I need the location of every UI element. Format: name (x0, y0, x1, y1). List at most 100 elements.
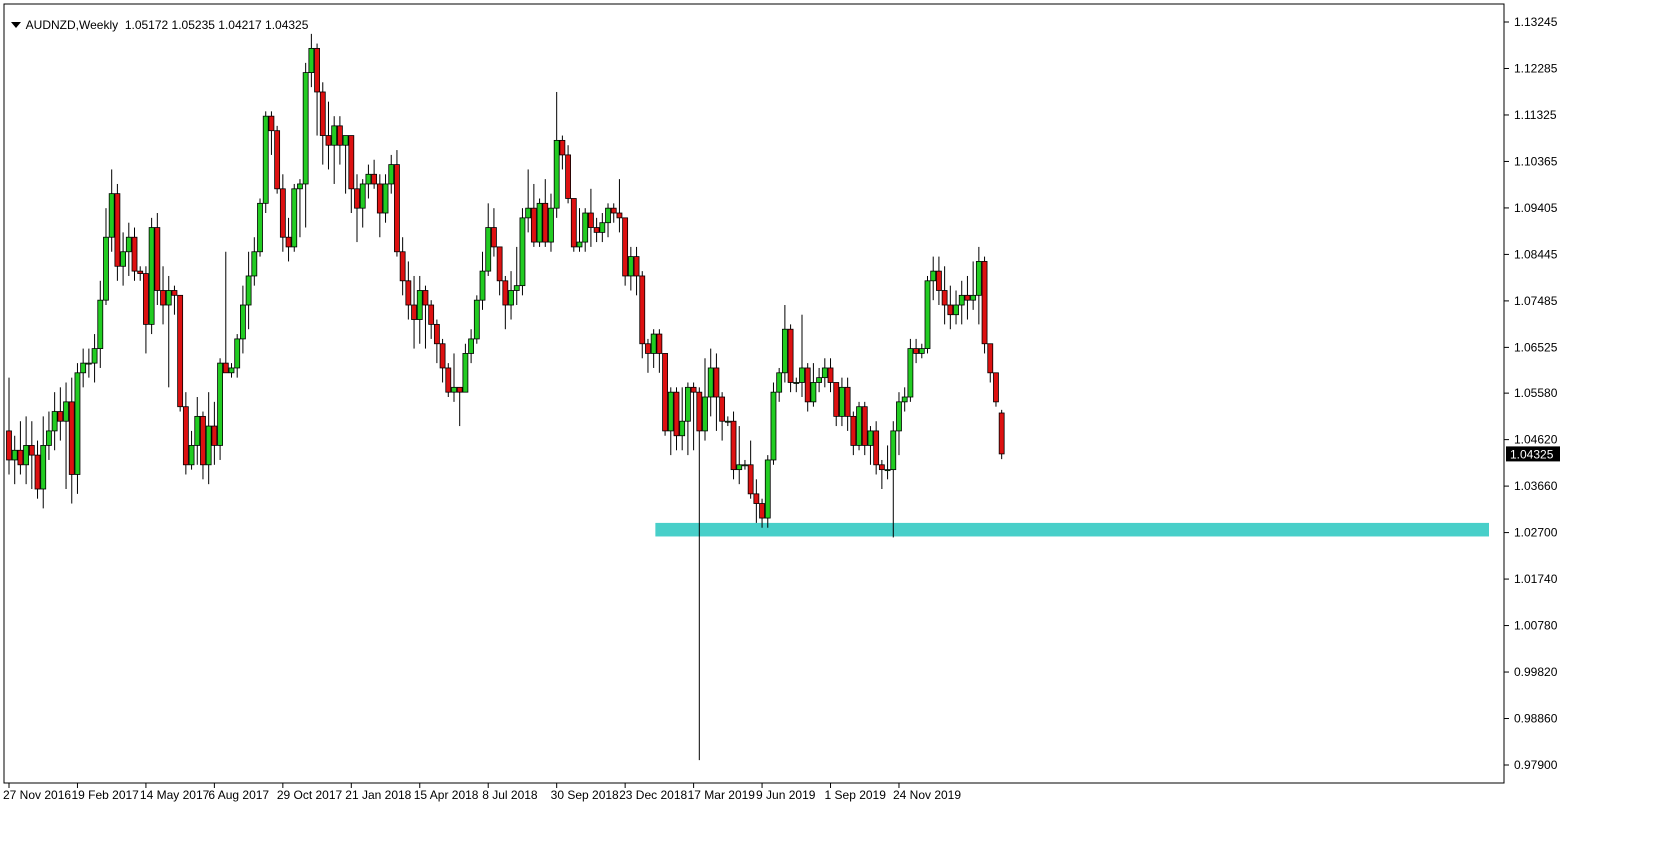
candle-body-bear (68, 401, 75, 475)
candle (770, 382, 777, 465)
candle-body-bull (40, 445, 47, 490)
candle (519, 208, 526, 296)
x-tick-label: 29 Oct 2017 (277, 788, 343, 802)
candle-body-bull (245, 275, 252, 306)
candle-body-bull (667, 391, 674, 432)
x-tick-label: 1 Sep 2019 (825, 788, 887, 802)
candle-body-bear (542, 202, 549, 243)
candle-body-bear (491, 227, 497, 248)
candle-body-bear (314, 47, 320, 93)
candle-body-bear (759, 503, 765, 519)
candle-body-bear (941, 290, 948, 306)
candle-body-bear (530, 207, 537, 243)
candle-body-bull (839, 386, 845, 417)
candle-body-bear (411, 304, 417, 320)
candle-body-bear (559, 139, 566, 156)
candle-body-bear (154, 227, 161, 291)
candle (114, 183, 121, 281)
candle-body-bear (222, 362, 229, 374)
candle-body-bear (878, 464, 885, 471)
candle-body-bear (274, 130, 281, 190)
candle (993, 372, 999, 407)
candle (730, 411, 737, 480)
candle-body-bull (707, 367, 714, 398)
candle-body-bull (548, 207, 554, 243)
candle-body-bear (747, 464, 754, 495)
candle-body-bear (137, 270, 144, 274)
candle-body-bear (17, 449, 24, 466)
candle-body-bull (297, 183, 303, 190)
candle-body-bull (11, 449, 18, 461)
y-tick-label: 1.00780 (1514, 619, 1558, 633)
candle-body-bear (422, 290, 429, 306)
candle-body-bull (97, 299, 104, 349)
candle-body-bull (970, 294, 977, 301)
plot-frame (3, 3, 1505, 784)
candle-body-bull (901, 396, 908, 403)
header-high: 1.05235 (171, 17, 215, 32)
candle-body-bear (279, 188, 286, 238)
candle-body-bear (319, 91, 326, 136)
candle-body-bear (445, 367, 452, 393)
candle-body-bull (103, 236, 109, 301)
candle-body-bear (428, 304, 435, 325)
candle-body-bear (143, 273, 149, 325)
candle-body-bull (234, 338, 241, 369)
candle-body-bull (23, 445, 30, 466)
candle-body-bull (679, 420, 686, 437)
candle (274, 125, 281, 194)
candle-body-bull (553, 139, 560, 209)
candle-body-bull (975, 261, 982, 296)
candle-body-bull (918, 348, 925, 354)
candle-body-bull (525, 207, 532, 219)
y-tick-label: 0.97900 (1514, 758, 1558, 772)
candle-body-bull (582, 212, 589, 243)
candle-body-bear (325, 135, 332, 146)
symbol-timeframe: AUDNZD,Weekly (25, 17, 119, 32)
candle-body-bear (873, 430, 880, 466)
candle-body-bull (519, 217, 526, 287)
candle-body-bear (622, 217, 629, 277)
candlestick-chart: 1.13245 1.12285 1.11325 1.10365 1.09405 1.084… (3, 3, 1560, 802)
chart-header: AUDNZD,Weekly 1.05172 1.05235 1.04217 1.… (4, 3, 308, 32)
candle-body-bear (433, 323, 440, 345)
dropdown-triangle-icon[interactable] (10, 21, 21, 28)
candle-body-bull (742, 464, 748, 467)
candle-body-bear (673, 391, 680, 437)
candle-body-bull (257, 202, 263, 253)
candle-body-bear (376, 183, 383, 214)
candle-body-bear (200, 415, 206, 466)
header-close: 1.04325 (265, 17, 309, 32)
candle-body-bear (662, 353, 668, 432)
x-tick-label: 30 Sep 2018 (551, 788, 619, 802)
candle-body-bull (793, 382, 800, 384)
candle-body-bear (593, 227, 600, 233)
candle (662, 353, 668, 436)
candle-body-bull (148, 227, 155, 325)
candle-body-bull (821, 367, 828, 379)
candle-body-bull (605, 207, 611, 224)
candle-body-bear (354, 188, 360, 209)
x-tick-label: 8 Jul 2018 (482, 788, 538, 802)
header-low: 1.04217 (218, 17, 262, 32)
y-tick-label: 1.01740 (1514, 572, 1558, 586)
candle-body-bear (131, 236, 138, 272)
candle-body-bull (302, 72, 309, 185)
candle-body-bull (240, 304, 246, 340)
candle (262, 111, 269, 214)
x-tick-label: 19 Feb 2017 (71, 788, 139, 802)
candle-body-bull (262, 115, 269, 204)
candle (473, 295, 480, 344)
candle (291, 183, 298, 252)
price-axis: 1.13245 1.12285 1.11325 1.10365 1.09405 1.084… (1504, 15, 1558, 772)
y-tick-label: 1.07485 (1514, 294, 1558, 308)
candle-body-bull (188, 445, 195, 466)
y-tick-label: 1.06525 (1514, 340, 1558, 354)
candle-body-bear (719, 396, 726, 422)
candle (570, 198, 577, 252)
candle-body-bear (633, 256, 640, 277)
candle-body-bear (993, 372, 999, 403)
candle-body-bull (63, 401, 69, 422)
candle-body-bull (770, 391, 777, 461)
candle-body-bull (85, 362, 92, 365)
